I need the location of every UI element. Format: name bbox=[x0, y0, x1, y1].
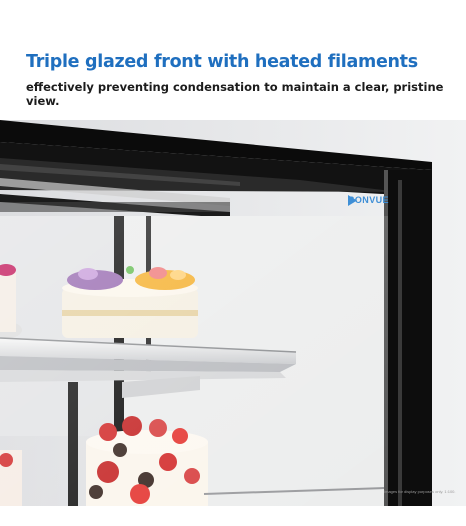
subheadline: effectively preventing condensation to m… bbox=[26, 80, 444, 108]
image-disclaimer: Images for display purposes only. 1:100. bbox=[384, 489, 456, 494]
product-photo: BONVUE Images for display purposes only.… bbox=[0, 120, 466, 506]
brand-mark-icon bbox=[348, 195, 357, 206]
headline: Triple glazed front with heated filament… bbox=[26, 52, 418, 72]
footer-strip bbox=[0, 506, 466, 526]
display-case-illustration bbox=[0, 120, 466, 506]
header: Triple glazed front with heated filament… bbox=[0, 0, 466, 120]
frame-pillar-right bbox=[388, 170, 432, 506]
bonvue-logo: BONVUE bbox=[348, 195, 389, 206]
